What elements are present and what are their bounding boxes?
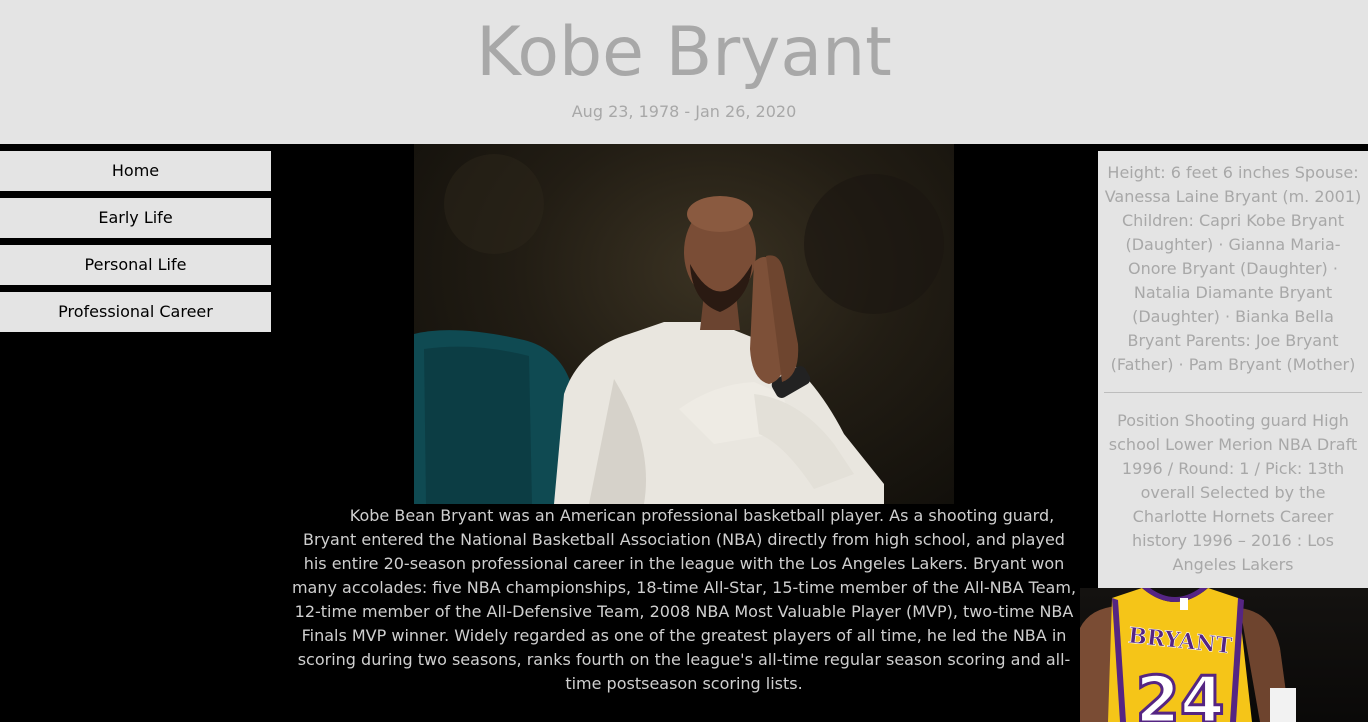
- portrait-photo: [414, 144, 954, 504]
- nav-item-professional-career[interactable]: Professional Career: [0, 292, 271, 332]
- career-info: Position Shooting guard High school Lowe…: [1108, 411, 1358, 574]
- bio-paragraph: Kobe Bean Bryant was an American profess…: [291, 506, 1077, 693]
- nav-item-early-life[interactable]: Early Life: [0, 198, 271, 238]
- personal-info: Height: 6 feet 6 inches Spouse: Vanessa …: [1104, 163, 1362, 374]
- side-nav: Home Early Life Personal Life Profession…: [0, 151, 271, 339]
- info-panel: Height: 6 feet 6 inches Spouse: Vanessa …: [1098, 151, 1368, 588]
- life-dates: Aug 23, 1978 - Jan 26, 2020: [571, 102, 797, 121]
- nav-item-home[interactable]: Home: [0, 151, 271, 191]
- header: Kobe Bryant Aug 23, 1978 - Jan 26, 2020: [0, 0, 1368, 144]
- info-divider: [1104, 392, 1362, 393]
- jersey-number: 24: [1135, 664, 1224, 722]
- nav-item-personal-life[interactable]: Personal Life: [0, 245, 271, 285]
- jersey-photo: BRYANT 24: [1080, 588, 1368, 722]
- portrait-illustration: [414, 154, 944, 504]
- jersey-illustration: BRYANT 24: [1080, 588, 1296, 722]
- page-title: Kobe Bryant: [476, 13, 892, 92]
